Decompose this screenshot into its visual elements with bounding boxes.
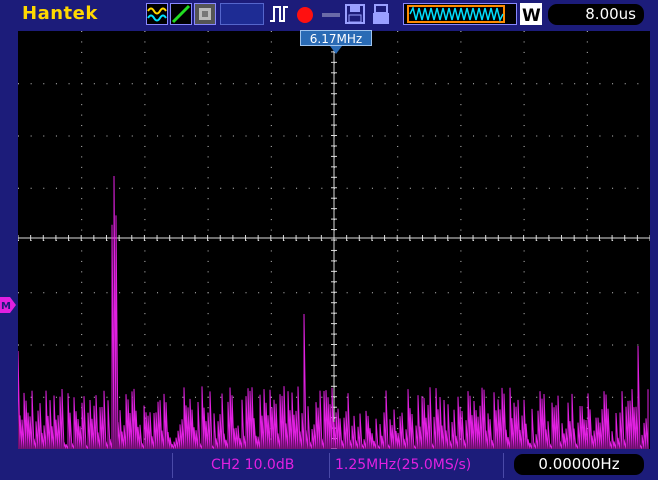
- math-channel-marker[interactable]: M: [0, 297, 16, 313]
- cursor-line-icon[interactable]: [170, 3, 192, 25]
- waveform-window-icon[interactable]: [403, 3, 517, 25]
- w-mode-icon[interactable]: W: [520, 3, 542, 26]
- svg-text:M: M: [1, 301, 11, 312]
- trigger-position-marker[interactable]: 6.17MHz: [300, 30, 372, 46]
- math-wave-icon[interactable]: [146, 3, 168, 25]
- waveform-display[interactable]: [18, 31, 650, 449]
- frequency-readout: 0.00000Hz: [514, 454, 644, 475]
- usb-icon[interactable]: [370, 3, 392, 25]
- brand-logo: Hantek: [22, 3, 98, 24]
- record-dot-icon[interactable]: [294, 3, 316, 25]
- ref-icon[interactable]: [194, 3, 216, 25]
- channel-scale-readout: CH2 10.0dB: [172, 453, 330, 478]
- blank-icon: [220, 3, 264, 25]
- trigger-arrow-icon: [330, 46, 342, 54]
- pulse-trigger-icon[interactable]: [268, 3, 290, 25]
- arrow-icon: [320, 3, 342, 25]
- save-icon[interactable]: [344, 3, 366, 25]
- fft-trace: [18, 175, 649, 449]
- svg-text:W: W: [522, 6, 541, 25]
- sample-rate-readout: 1.25MHz(25.0MS/s): [332, 453, 504, 478]
- top-toolbar: Hantek W 8.00us: [0, 0, 658, 28]
- timebase-readout[interactable]: 8.00us: [548, 4, 644, 25]
- graticule: [18, 31, 650, 449]
